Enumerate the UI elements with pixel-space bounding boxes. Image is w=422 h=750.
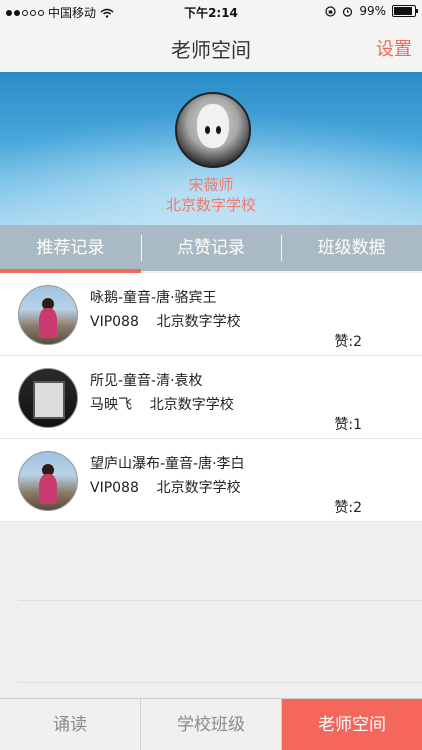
app-root: 中国移动 下午2:14 99% 老师空间 设置 宋薇师 北京数字学校 推荐记录 … (0, 0, 422, 750)
record-meta: VIP088 北京数字学校 (90, 480, 241, 496)
record-likes: 赞:2 (334, 334, 362, 350)
page-title: 老师空间 (171, 38, 251, 62)
record-meta: VIP088 北京数字学校 (90, 314, 241, 330)
tab-class-data[interactable]: 班级数据 (281, 225, 422, 271)
status-bar: 中国移动 下午2:14 99% (0, 0, 422, 22)
tab-teacher-space[interactable]: 老师空间 (281, 699, 422, 750)
record-list: 咏鹅-童音-唐·骆宾王 VIP088 北京数字学校 赞:2 所见-童音-清·袁枚… (0, 273, 422, 522)
settings-button[interactable]: 设置 (376, 35, 412, 61)
student-avatar (18, 451, 78, 511)
avatar-face (197, 104, 229, 148)
list-divider (18, 600, 422, 601)
list-divider (18, 682, 422, 683)
nav-bar: 老师空间 设置 (0, 22, 422, 73)
battery-icon (392, 5, 418, 17)
record-title: 望庐山瀑布-童音-唐·李白 (90, 456, 245, 472)
battery-percent: 99% (359, 4, 386, 18)
rotation-lock-icon (325, 5, 336, 17)
teacher-school: 北京数字学校 (165, 196, 256, 214)
bottom-tab-bar: 诵读 学校班级 老师空间 (0, 698, 422, 750)
student-avatar (18, 368, 78, 428)
status-right: 99% (325, 4, 418, 18)
tab-like-records[interactable]: 点赞记录 (140, 225, 282, 271)
record-likes: 赞:1 (334, 417, 362, 433)
tab-school-class[interactable]: 学校班级 (140, 699, 281, 750)
record-title: 所见-童音-清·袁枚 (90, 373, 203, 389)
record-likes: 赞:2 (334, 500, 362, 516)
tab-recommend-records[interactable]: 推荐记录 (0, 225, 141, 271)
tab-recite[interactable]: 诵读 (0, 699, 140, 750)
student-avatar (18, 285, 78, 345)
teacher-avatar[interactable] (175, 92, 251, 168)
list-item[interactable]: 所见-童音-清·袁枚 马映飞 北京数字学校 赞:1 (0, 356, 422, 439)
list-item[interactable]: 咏鹅-童音-唐·骆宾王 VIP088 北京数字学校 赞:2 (0, 273, 422, 356)
profile-header: 宋薇师 北京数字学校 (0, 72, 422, 225)
teacher-name: 宋薇师 (188, 176, 234, 194)
alarm-icon (343, 6, 353, 17)
record-title: 咏鹅-童音-唐·骆宾王 (90, 290, 217, 306)
list-item[interactable]: 望庐山瀑布-童音-唐·李白 VIP088 北京数字学校 赞:2 (0, 439, 422, 522)
record-meta: 马映飞 北京数字学校 (90, 397, 234, 413)
record-tabs: 推荐记录 点赞记录 班级数据 (0, 225, 422, 271)
